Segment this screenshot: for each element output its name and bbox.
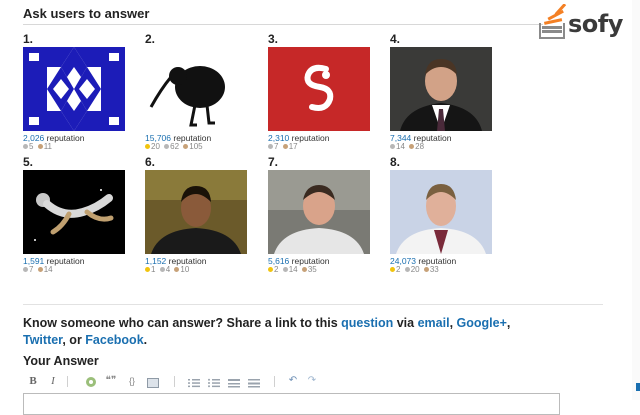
answer-textarea[interactable] <box>23 393 560 415</box>
silver-badge-icon <box>390 144 395 150</box>
user-rank: 3. <box>268 32 279 46</box>
user-avatar[interactable] <box>145 170 247 254</box>
silver-badge-icon <box>282 267 288 273</box>
code-button[interactable]: {} <box>125 374 139 388</box>
gold-badge-icon <box>145 267 150 273</box>
page-edge <box>632 0 640 400</box>
toolbar-separator <box>274 376 275 387</box>
bronze-badge-icon <box>282 144 288 150</box>
stack-icon <box>539 4 567 39</box>
twitter-link[interactable]: Twitter <box>23 333 62 347</box>
user-avatar[interactable] <box>23 170 125 254</box>
share-prompt: Know someone who can answer? Share a lin… <box>23 316 511 347</box>
horizontal-rule-icon[interactable] <box>248 376 260 390</box>
portrait-photo <box>268 170 370 254</box>
user-rank: 8. <box>390 155 401 169</box>
user-avatar[interactable] <box>390 47 492 131</box>
user-rank: 1. <box>23 32 34 46</box>
page-title: Ask users to answer <box>23 6 150 21</box>
user-avatar[interactable] <box>268 47 370 131</box>
sofy-logo: sofy <box>538 4 638 44</box>
user-rank: 6. <box>145 155 156 169</box>
identicon-image <box>23 47 125 131</box>
toolbar-separator <box>174 376 175 387</box>
google-plus-link[interactable]: Google+ <box>457 316 507 330</box>
user-badges: 7 14 <box>23 265 55 274</box>
user-rank: 4. <box>390 32 401 46</box>
heading-icon[interactable] <box>228 376 240 390</box>
user-badges: 7 17 <box>268 142 300 151</box>
redo-button[interactable]: ↷ <box>306 374 318 388</box>
silver-badge-icon <box>23 267 28 273</box>
bronze-badge-icon <box>409 144 415 150</box>
blockquote-button[interactable]: ❝❞ <box>105 374 117 388</box>
link-icon[interactable] <box>85 375 97 389</box>
user-avatar[interactable] <box>23 47 125 131</box>
portrait-photo <box>390 170 492 254</box>
logo-text: sofy <box>568 10 623 38</box>
portrait-photo <box>145 170 247 254</box>
bold-button[interactable]: B <box>28 374 38 388</box>
toolbar-separator <box>67 376 68 387</box>
scroll-indicator[interactable] <box>636 383 640 391</box>
user-avatar[interactable] <box>390 170 492 254</box>
bronze-badge-icon <box>423 267 429 273</box>
user-rank: 7. <box>268 155 279 169</box>
facebook-link[interactable]: Facebook <box>85 333 143 347</box>
red-logo-image <box>268 47 370 131</box>
gold-badge-icon <box>390 267 395 273</box>
user-badges: 14 28 <box>390 142 426 151</box>
bronze-badge-icon <box>37 144 43 150</box>
editor-toolbar: B I ❝❞ {} ↶ ↷ <box>23 374 343 390</box>
silver-badge-icon <box>404 267 410 273</box>
bronze-badge-icon <box>37 267 43 273</box>
bronze-badge-icon <box>174 267 180 273</box>
bronze-badge-icon <box>183 144 189 150</box>
image-icon[interactable] <box>147 376 159 390</box>
header-divider <box>23 24 543 25</box>
user-badges: 2 14 35 <box>268 265 319 274</box>
italic-button[interactable]: I <box>48 374 58 388</box>
user-rank: 2. <box>145 32 156 46</box>
ordered-list-icon[interactable] <box>188 376 200 390</box>
silver-badge-icon <box>23 144 28 150</box>
silver-badge-icon <box>164 144 170 150</box>
user-avatar[interactable] <box>145 47 247 131</box>
portrait-photo <box>390 47 492 131</box>
user-avatar[interactable] <box>268 170 370 254</box>
silver-badge-icon <box>268 144 273 150</box>
undo-button[interactable]: ↶ <box>287 374 299 388</box>
bronze-badge-icon <box>301 267 307 273</box>
user-badges: 20 62 105 <box>145 142 205 151</box>
kiwi-bird-image <box>145 47 247 131</box>
user-badges: 5 11 <box>23 142 54 151</box>
user-badges: 2 20 33 <box>390 265 441 274</box>
unordered-list-icon[interactable] <box>208 376 220 390</box>
user-badges: 1 4 10 <box>145 265 191 274</box>
your-answer-heading: Your Answer <box>23 354 99 368</box>
section-divider <box>23 304 603 305</box>
email-link[interactable]: email <box>418 316 450 330</box>
silver-badge-icon <box>159 267 165 273</box>
gold-badge-icon <box>145 144 150 150</box>
question-link[interactable]: question <box>341 316 393 330</box>
gold-badge-icon <box>268 267 273 273</box>
astronaut-image <box>23 170 125 254</box>
user-rank: 5. <box>23 155 34 169</box>
